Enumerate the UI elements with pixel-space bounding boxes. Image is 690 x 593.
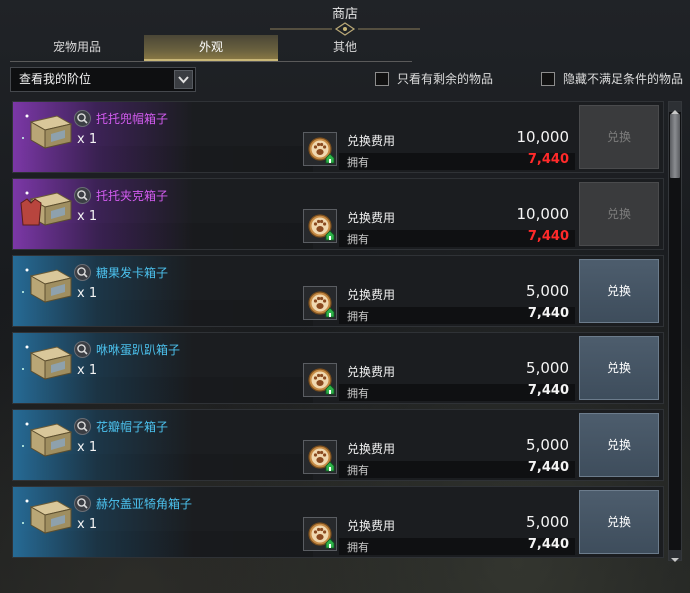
cost-value: 5,000 [526, 282, 569, 300]
paw-cookie-icon [303, 440, 337, 474]
tab-other[interactable]: 其他 [278, 35, 412, 61]
owned-value: 7,440 [527, 460, 569, 475]
cost-label: 兑换费用 [347, 288, 396, 302]
magnifier-icon[interactable] [74, 264, 91, 281]
shop-item-row: 托托夹克箱子 x 1 兑换费用 10,000 拥有 7,440 兑换 [12, 178, 664, 250]
tab-appearance[interactable]: 外观 [144, 35, 278, 61]
shop-item-row: 托托兜帽箱子 x 1 兑换费用 10,000 拥有 7,440 兑换 [12, 101, 664, 173]
magnifier-icon[interactable] [74, 495, 91, 512]
item-quantity: x 1 [77, 363, 98, 378]
item-name: 托托兜帽箱子 [96, 112, 169, 126]
scroll-thumb[interactable] [670, 114, 680, 178]
dropdown-value: 查看我的阶位 [19, 72, 92, 86]
treasure-chest-icon[interactable] [17, 339, 75, 383]
exchange-button[interactable]: 兑换 [579, 105, 659, 169]
item-quantity: x 1 [77, 517, 98, 532]
owned-label: 拥有 [347, 387, 369, 400]
paw-cookie-icon [303, 517, 337, 551]
treasure-chest-icon[interactable] [17, 262, 75, 306]
checkbox-box[interactable] [375, 72, 389, 86]
cost-value: 5,000 [526, 436, 569, 454]
owned-value: 7,440 [527, 537, 569, 552]
item-list: 托托兜帽箱子 x 1 兑换费用 10,000 拥有 7,440 兑换 托托夹克箱… [10, 101, 666, 561]
magnifier-icon[interactable] [74, 187, 91, 204]
cost-value: 10,000 [516, 128, 570, 146]
cost-label: 兑换费用 [347, 442, 396, 456]
paw-cookie-icon [303, 132, 337, 166]
exchange-button[interactable]: 兑换 [579, 259, 659, 323]
title-ornament-icon [270, 22, 420, 36]
checkbox-label: 隐藏不满足条件的物品 [563, 72, 684, 86]
treasure-chest-icon[interactable] [17, 108, 75, 152]
cost-label: 兑换费用 [347, 519, 396, 533]
only-remaining-checkbox[interactable]: 只看有剩余的物品 [375, 72, 525, 88]
owned-label: 拥有 [347, 156, 369, 169]
hide-unmet-checkbox[interactable]: 隐藏不满足条件的物品 [541, 72, 688, 88]
owned-label: 拥有 [347, 464, 369, 477]
item-name: 糖果发卡箱子 [96, 266, 169, 280]
rank-filter-dropdown[interactable]: 查看我的阶位 [10, 67, 196, 92]
item-quantity: x 1 [77, 209, 98, 224]
item-name: 托托夹克箱子 [96, 189, 169, 203]
scroll-up-icon[interactable] [669, 102, 681, 114]
exchange-button[interactable]: 兑换 [579, 413, 659, 477]
scroll-down-icon[interactable] [669, 550, 681, 562]
cost-label: 兑换费用 [347, 365, 396, 379]
tab-pet-supplies[interactable]: 宠物用品 [10, 35, 144, 61]
exchange-button[interactable]: 兑换 [579, 336, 659, 400]
paw-cookie-icon [303, 286, 337, 320]
owned-value: 7,440 [527, 306, 569, 321]
magnifier-icon[interactable] [74, 110, 91, 127]
tab-bar: 宠物用品 外观 其他 [10, 35, 412, 62]
treasure-chest-icon[interactable] [17, 493, 75, 537]
magnifier-icon[interactable] [74, 418, 91, 435]
item-name: 花瓣帽子箱子 [96, 420, 169, 434]
cost-value: 5,000 [526, 359, 569, 377]
owned-label: 拥有 [347, 310, 369, 323]
paw-cookie-icon [303, 363, 337, 397]
exchange-button[interactable]: 兑换 [579, 182, 659, 246]
owned-label: 拥有 [347, 541, 369, 554]
owned-label: 拥有 [347, 233, 369, 246]
magnifier-icon[interactable] [74, 341, 91, 358]
shop-item-row: 糖果发卡箱子 x 1 兑换费用 5,000 拥有 7,440 兑换 [12, 255, 664, 327]
item-quantity: x 1 [77, 286, 98, 301]
item-name: 赫尔盖亚犄角箱子 [96, 497, 193, 511]
item-quantity: x 1 [77, 440, 98, 455]
scrollbar[interactable] [668, 101, 682, 562]
owned-value: 7,440 [527, 152, 569, 167]
jacket-chest-icon[interactable] [17, 185, 75, 229]
exchange-button[interactable]: 兑换 [579, 490, 659, 554]
cost-value: 10,000 [516, 205, 570, 223]
cost-label: 兑换费用 [347, 134, 396, 148]
owned-value: 7,440 [527, 229, 569, 244]
checkbox-label: 只看有剩余的物品 [397, 72, 494, 86]
checkbox-box[interactable] [541, 72, 555, 86]
shop-item-row: 咻咻蛋趴趴箱子 x 1 兑换费用 5,000 拥有 7,440 兑换 [12, 332, 664, 404]
shop-item-row: 赫尔盖亚犄角箱子 x 1 兑换费用 5,000 拥有 7,440 兑换 [12, 486, 664, 558]
item-quantity: x 1 [77, 132, 98, 147]
treasure-chest-icon[interactable] [17, 416, 75, 460]
item-name: 咻咻蛋趴趴箱子 [96, 343, 181, 357]
shop-item-row: 花瓣帽子箱子 x 1 兑换费用 5,000 拥有 7,440 兑换 [12, 409, 664, 481]
cost-label: 兑换费用 [347, 211, 396, 225]
cost-value: 5,000 [526, 513, 569, 531]
paw-cookie-icon [303, 209, 337, 243]
chevron-down-icon[interactable] [174, 70, 193, 89]
owned-value: 7,440 [527, 383, 569, 398]
